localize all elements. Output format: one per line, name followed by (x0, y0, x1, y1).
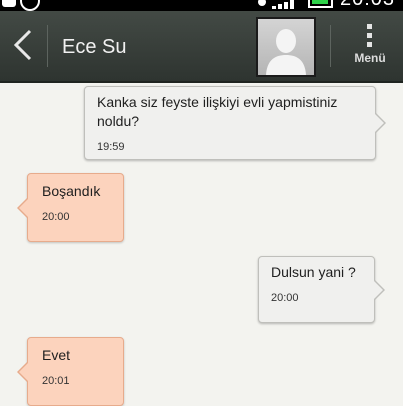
status-time: 20:03 (340, 0, 395, 10)
chat-icon (2, 0, 16, 7)
contact-avatar[interactable] (256, 17, 316, 77)
back-chevron-icon (13, 29, 32, 61)
message-bubble-incoming[interactable]: Boşandık 20:00 (17, 173, 124, 242)
status-bar: 20:03 (0, 0, 403, 11)
back-button[interactable] (8, 27, 38, 63)
battery-icon (308, 0, 333, 8)
message-time: 19:59 (97, 141, 125, 153)
default-contact-avatar-icon (266, 29, 306, 75)
message-time: 20:00 (42, 211, 70, 223)
message-text: Evet (42, 347, 71, 363)
message-text: Boşandık (42, 183, 101, 199)
message-bubble-outgoing[interactable]: Kanka siz feyste ilişkiyi evli yapmistin… (84, 86, 386, 160)
message-text: Dulsun yani ? (271, 264, 356, 280)
notification-dot-icon (258, 0, 266, 6)
divider (47, 25, 48, 67)
message-bubble-outgoing[interactable]: Dulsun yani ? 20:00 (258, 256, 385, 323)
message-bubble-incoming[interactable]: Evet 20:01 (17, 337, 124, 406)
message-text: Kanka siz feyste ilişkiyi evli yapmistin… (97, 94, 338, 129)
menu-label: Menü (354, 51, 386, 65)
signal-icon (272, 0, 298, 11)
whatsapp-icon (20, 0, 40, 11)
overflow-menu-icon (367, 24, 373, 47)
action-bar: Ece Su Menü (0, 11, 403, 83)
menu-button[interactable]: Menü (340, 17, 400, 77)
message-time: 20:00 (271, 292, 299, 304)
message-time: 20:01 (42, 375, 70, 387)
divider (330, 25, 331, 67)
contact-name[interactable]: Ece Su (62, 35, 126, 59)
